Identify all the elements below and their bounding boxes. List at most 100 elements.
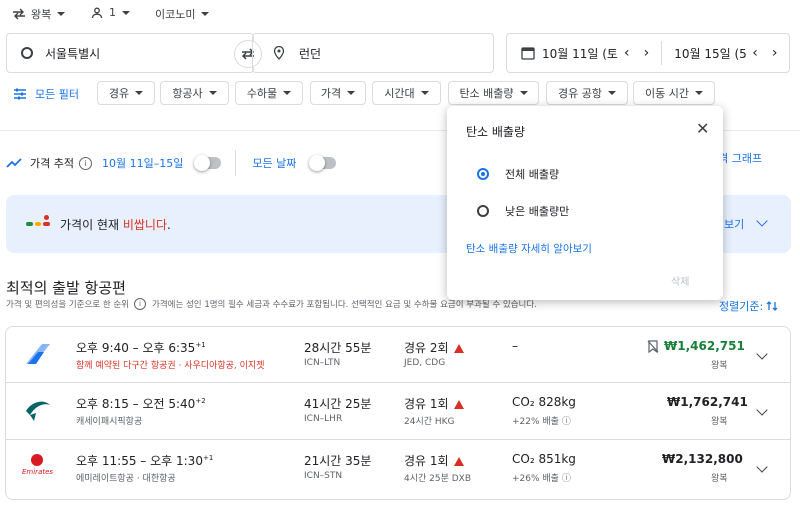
flight-price: ₩2,132,800: [662, 452, 743, 466]
clear-button[interactable]: 삭제: [671, 273, 689, 288]
airline-name: 함께 예약된 다구간 항공권 · 사우디아항공, 이지젯: [76, 361, 265, 371]
warning-icon: [453, 344, 464, 353]
airline-logo-icon: [26, 401, 50, 421]
destination-field[interactable]: 런던: [252, 33, 494, 73]
flight-stops: 경유 1회: [404, 397, 449, 411]
warning-icon: [453, 457, 464, 466]
flight-card[interactable]: 오후 9:40 – 오후 6:35+1 함께 예약된 다구간 항공권 · 사우디…: [5, 326, 791, 383]
expand-chevron-icon[interactable]: [756, 404, 768, 416]
learn-more-link[interactable]: 탄소 배출량 자세히 알아보기: [466, 241, 592, 256]
flight-card[interactable]: 오후 8:15 – 오전 5:40+2 캐세이패시픽항공 41시간 25분 IC…: [5, 383, 791, 440]
price-type: 왕복: [711, 361, 728, 371]
flight-stops: 경유 1회: [404, 454, 449, 468]
filter-chip-bags[interactable]: 수하물: [235, 81, 303, 105]
trip-type-label: 왕복: [31, 8, 52, 21]
destination-value: 런던: [299, 46, 322, 61]
date-field[interactable]: 10월 11일 (토 ‹ › 10월 15일 (5 ‹ ›: [506, 33, 790, 73]
track-dates-label: 10월 11일–15일: [101, 157, 184, 170]
filter-chip-price[interactable]: 가격: [310, 81, 366, 105]
stops-detail: 24시간 HKG: [404, 417, 455, 427]
flight-duration: 21시간 35분: [304, 454, 372, 468]
airline-name: 캐세이패시픽항공: [76, 417, 143, 427]
sort-button[interactable]: 정렬기준:: [719, 298, 778, 314]
origin-field[interactable]: 서울특별시: [6, 33, 254, 73]
filter-chip-emissions[interactable]: 탄소 배출량: [448, 81, 539, 105]
return-next-icon[interactable]: ›: [772, 45, 778, 61]
emissions-option-all[interactable]: 전체 배출량: [477, 166, 559, 182]
info-icon[interactable]: i: [134, 298, 146, 310]
origin-value: 서울특별시: [45, 46, 101, 61]
emissions-filter-popup: 탄소 배출량 ✕ 전체 배출량 낮은 배출량만 탄소 배출량 자세히 알아보기 …: [447, 106, 723, 300]
expand-chevron-icon[interactable]: [756, 348, 768, 360]
return-prev-icon[interactable]: ‹: [752, 45, 758, 61]
warning-icon: [453, 400, 464, 409]
flight-card[interactable]: Emirates 오후 11:55 – 오후 1:30+1 에미레이트항공 · …: [5, 440, 791, 500]
price-type: 왕복: [711, 474, 728, 484]
section-title: 최적의 출발 항공편: [6, 279, 126, 297]
passengers-select[interactable]: 1: [91, 6, 130, 19]
depart-next-icon[interactable]: ›: [644, 45, 650, 61]
origin-circle-icon: [21, 47, 33, 59]
price-banner-text: 가격이 현재: [60, 218, 123, 232]
flight-route: ICN–LHR: [304, 414, 343, 424]
track-dates-toggle[interactable]: [194, 155, 222, 171]
co2-emissions: –: [512, 339, 518, 353]
flight-price: ₩1,762,741: [667, 395, 748, 409]
trip-type-select[interactable]: 왕복: [12, 6, 66, 22]
stops-detail: 4시간 25분 DXB: [404, 474, 472, 484]
track-prices-label: 가격 추적: [30, 157, 74, 170]
close-icon[interactable]: ✕: [696, 119, 709, 138]
cabin-class-select[interactable]: 이코노미: [155, 6, 210, 22]
flight-duration: 41시간 25분: [304, 397, 372, 411]
all-filters-label: 모든 필터: [35, 88, 79, 101]
cabin-class-label: 이코노미: [155, 8, 196, 21]
radio-selected-icon: [477, 168, 489, 180]
filter-chip-airlines[interactable]: 항공사: [160, 81, 229, 105]
passengers-count: 1: [109, 6, 116, 19]
info-icon[interactable]: ⓘ: [562, 417, 571, 427]
ranking-note: 가격 및 편의성을 기준으로 한 순위: [6, 300, 129, 310]
radio-unselected-icon: [477, 205, 489, 217]
filter-chip-duration[interactable]: 이동 시간: [633, 81, 715, 105]
price-level-text: 비쌉니다: [122, 218, 168, 232]
sort-label: 정렬기준:: [719, 300, 764, 313]
co2-emissions: CO₂ 851kg: [512, 452, 576, 466]
co2-emissions: CO₂ 828kg: [512, 395, 576, 409]
price-type: 왕복: [711, 417, 728, 427]
info-icon[interactable]: ⓘ: [562, 474, 571, 484]
airline-logo-icon: [26, 344, 50, 364]
info-icon[interactable]: i: [78, 156, 92, 170]
popup-title: 탄소 배출량: [466, 125, 526, 139]
airline-logo-text: Emirates: [22, 468, 54, 476]
round-trip-icon: [13, 8, 25, 20]
all-filters-button[interactable]: 모든 필터: [13, 86, 79, 102]
depart-prev-icon[interactable]: ‹: [624, 45, 630, 61]
trend-icon: [6, 158, 22, 168]
flight-times: 오후 8:15 – 오전 5:40: [76, 397, 196, 411]
filter-chip-times[interactable]: 시간대: [372, 81, 441, 105]
co2-difference: +26% 배출: [512, 474, 559, 484]
flight-stops: 경유 2회: [404, 341, 449, 355]
chevron-down-icon[interactable]: [756, 215, 768, 227]
filter-chip-connecting-airports[interactable]: 경유 공항: [546, 81, 628, 105]
price-banner-link[interactable]: 보기: [724, 216, 744, 232]
sort-icon: [766, 301, 778, 311]
filter-chip-stops[interactable]: 경유: [97, 81, 155, 105]
co2-difference: +22% 배출: [512, 417, 559, 427]
return-date-value: 10월 15일 (5: [674, 46, 747, 61]
flight-times: 오후 9:40 – 오후 6:35: [76, 341, 196, 355]
option-label: 낮은 배출량만: [505, 205, 570, 218]
expand-chevron-icon[interactable]: [756, 461, 768, 473]
price-tracking-off-icon: [647, 340, 659, 353]
person-icon: [91, 7, 103, 18]
calendar-icon: [521, 47, 535, 60]
option-label: 전체 배출량: [505, 168, 560, 181]
flight-route: ICN–LTN: [304, 358, 341, 368]
flight-price: ₩1,462,751: [664, 339, 745, 353]
airline-name: 에미레이트항공 · 대한항공: [76, 474, 176, 484]
flight-times: 오후 11:55 – 오후 1:30: [76, 454, 203, 468]
any-dates-label: 모든 날짜: [252, 157, 297, 170]
any-dates-toggle[interactable]: [309, 155, 337, 171]
depart-date-value: 10월 11일 (토: [542, 46, 618, 61]
emissions-option-low[interactable]: 낮은 배출량만: [477, 203, 569, 219]
